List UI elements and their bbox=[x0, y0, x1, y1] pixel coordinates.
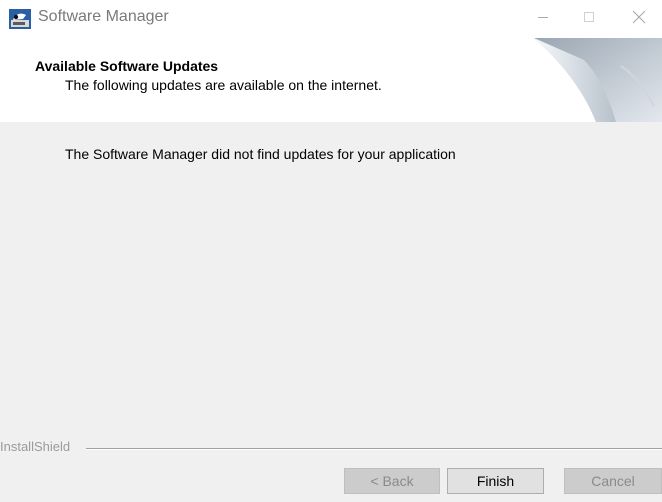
page-subtitle: The following updates are available on t… bbox=[65, 77, 382, 93]
maximize-icon bbox=[584, 12, 594, 22]
separator-line bbox=[86, 448, 662, 450]
installer-icon bbox=[9, 9, 31, 29]
close-icon bbox=[632, 10, 646, 24]
page-curl-graphic bbox=[534, 38, 662, 122]
page-title: Available Software Updates bbox=[35, 58, 219, 74]
close-button[interactable] bbox=[616, 0, 662, 34]
minimize-button[interactable] bbox=[520, 0, 566, 34]
brand-separator: InstallShield bbox=[0, 439, 662, 457]
brand-label: InstallShield bbox=[0, 439, 77, 454]
title-bar[interactable]: Software Manager bbox=[0, 0, 662, 36]
back-button[interactable]: < Back bbox=[344, 468, 440, 494]
wizard-header: Available Software Updates The following… bbox=[0, 36, 662, 122]
status-message: The Software Manager did not find update… bbox=[65, 146, 456, 162]
maximize-button[interactable] bbox=[566, 0, 612, 34]
software-manager-window: Software Manager Available Software Upda… bbox=[0, 0, 662, 502]
finish-button[interactable]: Finish bbox=[447, 468, 544, 494]
cancel-button[interactable]: Cancel bbox=[564, 468, 662, 494]
minimize-icon bbox=[538, 17, 548, 18]
window-title: Software Manager bbox=[38, 8, 169, 25]
